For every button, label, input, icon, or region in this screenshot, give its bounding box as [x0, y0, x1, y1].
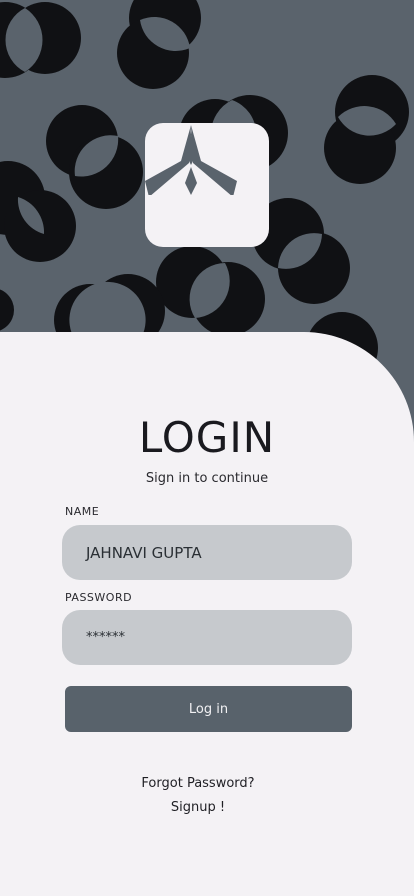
password-label: PASSWORD: [65, 591, 133, 604]
signup-link[interactable]: Signup !: [0, 800, 396, 815]
app-logo: [145, 123, 269, 247]
name-field[interactable]: JAHNAVI GUPTA: [62, 525, 352, 580]
name-label: NAME: [65, 505, 100, 518]
password-field[interactable]: ******: [62, 610, 352, 665]
paper-plane-icon: [145, 125, 237, 195]
password-value: ******: [86, 630, 125, 645]
login-button-label: Log in: [188, 701, 229, 717]
name-value: JAHNAVI GUPTA: [86, 543, 202, 562]
login-title: LOGIN: [138, 413, 276, 462]
login-button[interactable]: Log in: [65, 686, 352, 732]
login-subtitle: Sign in to continue: [145, 471, 269, 486]
forgot-password-link[interactable]: Forgot Password?: [0, 776, 396, 791]
